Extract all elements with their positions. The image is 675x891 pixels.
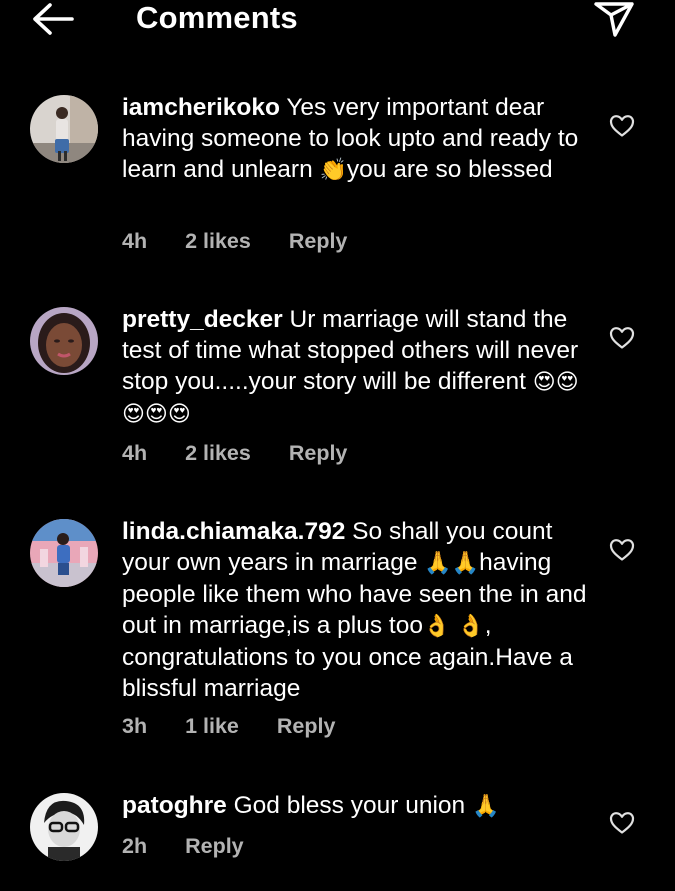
comment-username[interactable]: pretty_decker bbox=[122, 306, 283, 333]
avatar[interactable] bbox=[30, 793, 98, 861]
comment-text: pretty_decker Ur marriage will stand the… bbox=[122, 306, 579, 427]
arrow-left-icon bbox=[33, 3, 74, 35]
avatar[interactable] bbox=[30, 95, 98, 163]
comment-username[interactable]: iamcherikoko bbox=[122, 94, 280, 121]
comment-meta: 3h 1 like Reply bbox=[122, 714, 335, 739]
avatar[interactable] bbox=[30, 519, 98, 587]
praying-hands-icon: 🙏🙏 bbox=[424, 551, 480, 576]
reply-button[interactable]: Reply bbox=[289, 229, 348, 254]
comment-time: 3h bbox=[122, 714, 148, 738]
avatar[interactable] bbox=[30, 307, 98, 375]
likes-count[interactable]: 2 likes bbox=[185, 441, 251, 466]
reply-button[interactable]: Reply bbox=[277, 714, 336, 739]
back-button[interactable] bbox=[28, 0, 76, 38]
like-heart-icon[interactable] bbox=[609, 326, 635, 350]
comment-meta: 4h 2 likes Reply bbox=[122, 441, 347, 466]
comment-text: patoghre God bless your union 🙏 bbox=[122, 792, 500, 819]
likes-count[interactable]: 2 likes bbox=[185, 229, 251, 254]
like-heart-icon[interactable] bbox=[609, 811, 635, 835]
comment-text: linda.chiamaka.792 So shall you count yo… bbox=[122, 518, 587, 702]
comment-meta: 2h Reply bbox=[122, 834, 244, 859]
comment-username[interactable]: patoghre bbox=[122, 792, 227, 819]
comment-meta: 4h 2 likes Reply bbox=[122, 229, 347, 254]
clapping-hands-icon: 👏 bbox=[319, 158, 347, 183]
paper-plane-icon bbox=[594, 2, 634, 37]
comment-time: 4h bbox=[122, 441, 148, 465]
praying-hands-icon: 🙏 bbox=[471, 794, 500, 819]
comment-username[interactable]: linda.chiamaka.792 bbox=[122, 518, 345, 545]
share-button[interactable] bbox=[592, 0, 636, 38]
page-title: Comments bbox=[136, 0, 298, 35]
reply-button[interactable]: Reply bbox=[185, 834, 244, 859]
like-heart-icon[interactable] bbox=[609, 114, 635, 138]
ok-hand-icon: 👌 👌 bbox=[422, 614, 485, 639]
likes-count[interactable]: 1 like bbox=[185, 714, 239, 739]
reply-button[interactable]: Reply bbox=[289, 441, 348, 466]
comment-time: 4h bbox=[122, 229, 148, 253]
comment-time: 2h bbox=[122, 834, 148, 858]
like-heart-icon[interactable] bbox=[609, 538, 635, 562]
header-bar: Comments bbox=[0, 0, 675, 44]
comment-text: iamcherikoko Yes very important dear hav… bbox=[122, 94, 579, 183]
